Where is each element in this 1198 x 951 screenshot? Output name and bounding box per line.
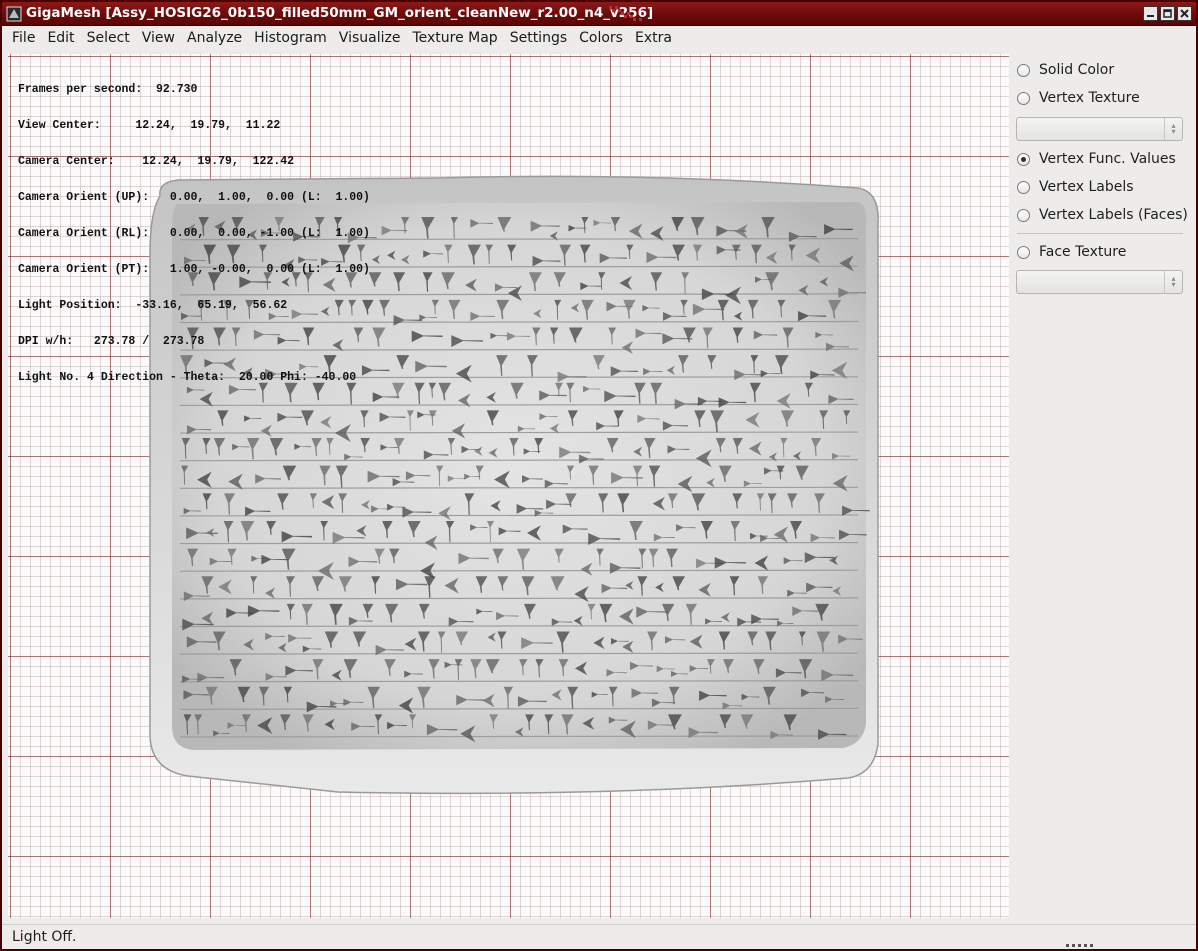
menu-extra[interactable]: Extra: [629, 27, 678, 49]
menu-bar: File Edit Select View Analyze Histogram …: [2, 26, 1196, 50]
title-bar-pattern: [609, 6, 642, 21]
overlay-line: Camera Center: 12.24, 19.79, 122.42: [18, 155, 295, 168]
chevron-updown-icon: ▴ ▾: [1164, 271, 1182, 293]
menu-settings[interactable]: Settings: [504, 27, 573, 49]
visualization-panel: Solid Color Vertex Texture ▴ ▾ Vertex Fun…: [1011, 54, 1196, 918]
overlay-line: Camera Orient (PT): 1.00, -0.00, 0.00 (L…: [18, 263, 370, 276]
gigamesh-app-icon: [6, 6, 22, 22]
overlay-line: DPI w/h: 273.78 / 273.78: [18, 335, 205, 348]
radio-vertex-texture[interactable]: [1017, 91, 1030, 105]
menu-histogram[interactable]: Histogram: [248, 27, 333, 49]
menu-colors[interactable]: Colors: [573, 27, 629, 49]
overlay-line: Light No. 4 Direction - Theta: 20.00 Phi…: [18, 371, 357, 384]
overlay-line: View Center: 12.24, 19.79, 11.22: [18, 119, 281, 132]
3d-viewport[interactable]: Frames per second: 92.730 View Center: 1…: [8, 54, 1009, 918]
menu-select[interactable]: Select: [81, 27, 136, 49]
vertex-texture-select[interactable]: ▴ ▾: [1016, 117, 1183, 141]
minimize-button[interactable]: [1143, 6, 1158, 21]
option-vertex-func-values[interactable]: Vertex Func. Values: [1017, 148, 1176, 170]
menu-analyze[interactable]: Analyze: [181, 27, 248, 49]
status-message: Light Off.: [12, 929, 77, 945]
radio-vertex-func-values[interactable]: [1017, 152, 1030, 166]
option-face-texture[interactable]: Face Texture: [1017, 241, 1126, 263]
menu-visualize[interactable]: Visualize: [333, 27, 407, 49]
panel-divider: [1017, 233, 1183, 234]
maximize-button[interactable]: [1160, 6, 1175, 21]
overlay-line: Light Position: -33.16, 65.19, 56.62: [18, 299, 288, 312]
menu-edit[interactable]: Edit: [41, 27, 80, 49]
overlay-line: Camera Orient (RL): 0.00, 0.00, -1.00 (L…: [18, 227, 370, 240]
radio-face-texture[interactable]: [1017, 245, 1030, 259]
menu-file[interactable]: File: [6, 27, 41, 49]
status-bar: Light Off.: [2, 924, 1196, 949]
option-label: Solid Color: [1039, 62, 1115, 78]
option-vertex-texture[interactable]: Vertex Texture: [1017, 87, 1140, 109]
minimize-icon: [1147, 15, 1154, 17]
option-label: Vertex Labels: [1039, 179, 1134, 195]
close-button[interactable]: [1177, 6, 1192, 21]
overlay-line: Camera Orient (UP): 0.00, 1.00, 0.00 (L:…: [18, 191, 370, 204]
maximize-icon: [1163, 9, 1172, 18]
window-title: GigaMesh [Assy_HOSIG26_0b150_filled50mm_…: [26, 5, 654, 21]
resize-grip-icon[interactable]: [1066, 943, 1096, 949]
face-texture-select[interactable]: ▴ ▾: [1016, 270, 1183, 294]
radio-vertex-labels-faces[interactable]: [1017, 208, 1030, 222]
option-label: Vertex Texture: [1039, 90, 1140, 106]
option-label: Face Texture: [1039, 244, 1127, 260]
main-window: GigaMesh [Assy_HOSIG26_0b150_filled50mm_…: [0, 0, 1198, 951]
radio-vertex-labels[interactable]: [1017, 180, 1030, 194]
overlay-line: Frames per second: 92.730: [18, 83, 198, 96]
option-vertex-labels-faces[interactable]: Vertex Labels (Faces): [1017, 204, 1188, 226]
menu-view[interactable]: View: [136, 27, 181, 49]
option-vertex-labels[interactable]: Vertex Labels: [1017, 176, 1134, 198]
option-label: Vertex Labels (Faces): [1039, 207, 1188, 223]
close-icon: [1180, 9, 1189, 18]
menu-texture-map[interactable]: Texture Map: [406, 27, 503, 49]
camera-info-overlay: Frames per second: 92.730 View Center: 1…: [18, 60, 370, 408]
radio-solid-color[interactable]: [1017, 63, 1030, 77]
title-bar[interactable]: GigaMesh [Assy_HOSIG26_0b150_filled50mm_…: [2, 2, 1196, 26]
option-solid-color[interactable]: Solid Color: [1017, 59, 1114, 81]
chevron-updown-icon: ▴ ▾: [1164, 118, 1182, 140]
option-label: Vertex Func. Values: [1039, 151, 1176, 167]
